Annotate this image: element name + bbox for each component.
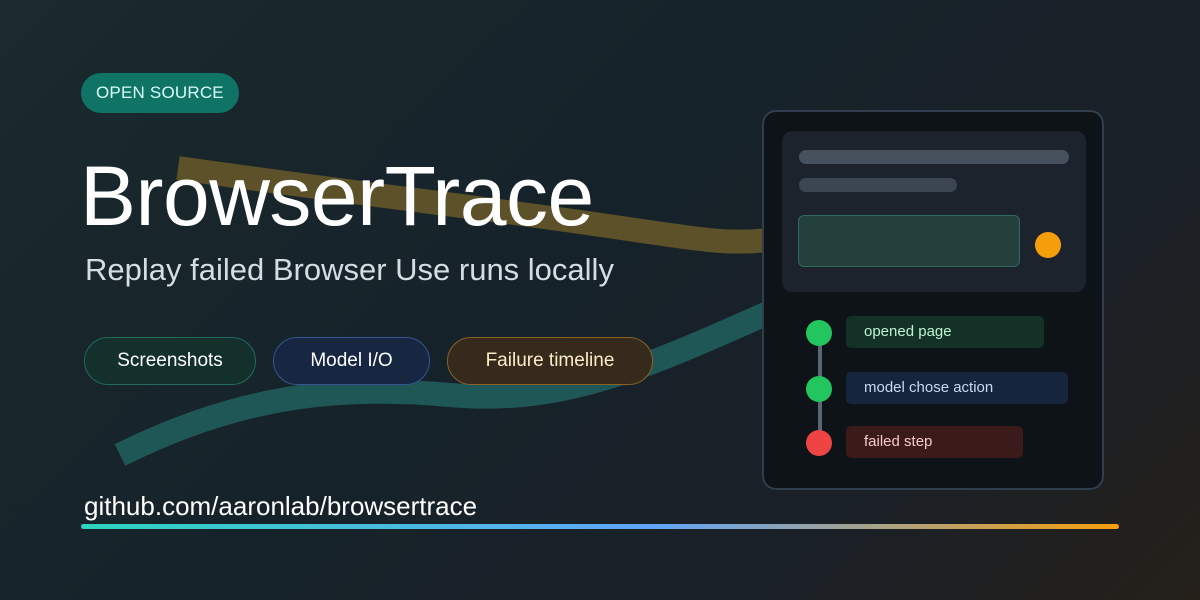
skeleton-line bbox=[799, 150, 1069, 164]
timeline-step-label: model chose action bbox=[846, 372, 1068, 404]
skeleton-input-box bbox=[798, 215, 1020, 267]
timeline-step-label: opened page bbox=[846, 316, 1044, 348]
gradient-underline bbox=[81, 524, 1119, 529]
product-title: BrowserTrace bbox=[80, 149, 594, 243]
product-subtitle: Replay failed Browser Use runs locally bbox=[85, 252, 614, 287]
trace-preview-panel: opened page model chose action failed st… bbox=[762, 110, 1104, 490]
repo-link[interactable]: github.com/aaronlab/browsertrace bbox=[84, 489, 477, 523]
timeline-step-label: failed step bbox=[846, 426, 1023, 458]
failure-dot-icon bbox=[806, 430, 832, 456]
open-source-badge: OPEN SOURCE bbox=[81, 73, 239, 113]
feature-chip-screenshots: Screenshots bbox=[84, 337, 256, 385]
cursor-dot-icon bbox=[1035, 232, 1061, 258]
success-dot-icon bbox=[806, 320, 832, 346]
skeleton-line bbox=[799, 178, 957, 192]
feature-chip-model-io: Model I/O bbox=[273, 337, 430, 385]
feature-chip-failure-timeline: Failure timeline bbox=[447, 337, 653, 385]
success-dot-icon bbox=[806, 376, 832, 402]
screenshot-preview bbox=[782, 131, 1086, 292]
